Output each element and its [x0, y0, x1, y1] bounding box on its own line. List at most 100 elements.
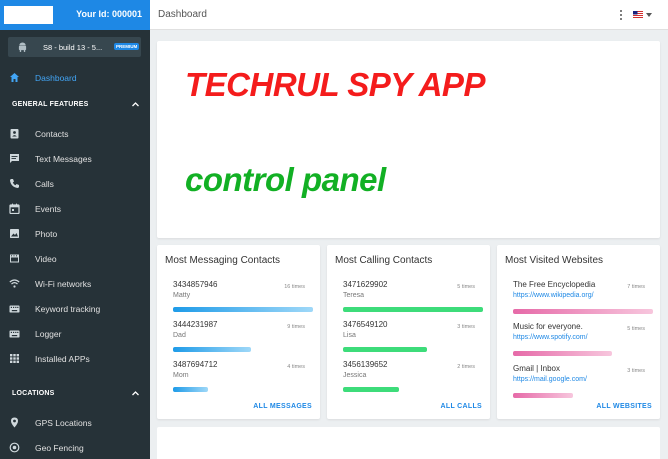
count: 4 times: [287, 364, 305, 370]
card-messaging-contacts: Most Messaging Contacts 3434857946 Matty…: [157, 245, 320, 419]
list-item[interactable]: Music for everyone. https://www.spotify.…: [513, 322, 653, 356]
list-item[interactable]: 3487694712 Mom 4 times: [173, 360, 313, 392]
sidebar-item-calls[interactable]: Calls: [0, 174, 150, 194]
site-url[interactable]: https://mail.google.com/: [513, 376, 653, 383]
count: 5 times: [627, 326, 645, 332]
bottom-panel: [157, 427, 660, 459]
sidebar-item-photo[interactable]: Photo: [0, 224, 150, 244]
site-url[interactable]: https://www.spotify.com/: [513, 334, 653, 341]
more-vert-icon[interactable]: [619, 9, 623, 21]
all-websites-link[interactable]: ALL WEBSITES: [596, 403, 652, 410]
contact-name: Lisa: [343, 332, 356, 339]
card-visited-websites: Most Visited Websites The Free Encyclope…: [497, 245, 660, 419]
site-url[interactable]: https://www.wikipedia.org/: [513, 292, 653, 299]
list-item[interactable]: 3471629902 Teresa 5 times: [343, 280, 483, 312]
count: 2 times: [457, 364, 475, 370]
sidebar-item-label: Keyword tracking: [35, 304, 101, 314]
sidebar-item-gps-locations[interactable]: GPS Locations: [0, 413, 150, 433]
top-bar: Dashboard: [150, 0, 668, 30]
contact-name: Teresa: [343, 292, 365, 299]
card-title: Most Calling Contacts: [335, 255, 433, 266]
sidebar-item-logger[interactable]: Logger: [0, 324, 150, 344]
sidebar-item-label: Calls: [35, 179, 54, 189]
all-calls-link[interactable]: ALL CALLS: [441, 403, 482, 410]
list-item[interactable]: The Free Encyclopedia https://www.wikipe…: [513, 280, 653, 314]
sidebar-item-label: Video: [35, 254, 57, 264]
keyboard-icon: [9, 305, 20, 313]
list-item[interactable]: 3434857946 Matty 16 times: [173, 280, 313, 312]
caret-down-icon[interactable]: [646, 13, 652, 17]
sidebar-item-label: Wi-Fi networks: [35, 279, 92, 289]
count: 9 times: [287, 324, 305, 330]
banner-subtitle: control panel: [185, 161, 386, 198]
sidebar-item-text-messages[interactable]: Text Messages: [0, 149, 150, 169]
wifi-icon: [9, 279, 20, 288]
progress-bar: [513, 393, 573, 398]
home-icon: [10, 73, 19, 82]
premium-badge: PREMIUM: [114, 43, 140, 50]
section-general-features[interactable]: GENERAL FEATURES: [12, 101, 140, 108]
sidebar: Your Id: 000001 S8 - build 13 - 5... PRE…: [0, 0, 150, 459]
contact-name: Mom: [173, 372, 189, 379]
message-icon: [10, 154, 19, 163]
chevron-up-icon[interactable]: [131, 100, 140, 109]
contact-name: Matty: [173, 292, 191, 299]
location-pin-icon: [11, 417, 18, 428]
count: 5 times: [457, 284, 475, 290]
all-messages-link[interactable]: ALL MESSAGES: [253, 403, 312, 410]
user-id: Your Id: 000001: [76, 9, 142, 19]
count: 16 times: [284, 284, 305, 290]
sidebar-item-label: Geo Fencing: [35, 443, 84, 453]
list-item[interactable]: Gmail | Inbox https://mail.google.com/ 3…: [513, 364, 653, 398]
sidebar-item-contacts[interactable]: Contacts: [0, 124, 150, 144]
progress-bar: [173, 307, 313, 312]
card-title: Most Messaging Contacts: [165, 255, 281, 266]
card-calling-contacts: Most Calling Contacts 3471629902 Teresa …: [327, 245, 490, 419]
sidebar-item-label: Installed APPs: [35, 354, 90, 364]
sidebar-item-keyword-tracking[interactable]: Keyword tracking: [0, 299, 150, 319]
target-icon: [9, 442, 20, 453]
section-title: LOCATIONS: [12, 390, 55, 397]
sidebar-item-label: Text Messages: [35, 154, 92, 164]
sidebar-header: Your Id: 000001: [0, 0, 150, 30]
sidebar-item-label: Logger: [35, 329, 62, 339]
progress-bar: [173, 347, 251, 352]
page-title: Dashboard: [158, 9, 207, 20]
sidebar-item-video[interactable]: Video: [0, 249, 150, 269]
sidebar-item-label: Photo: [35, 229, 58, 239]
chevron-up-icon[interactable]: [131, 389, 140, 398]
banner-title: TECHRUL SPY APP: [185, 66, 485, 103]
image-icon: [10, 229, 19, 238]
sidebar-item-events[interactable]: Events: [0, 199, 150, 219]
sidebar-item-label: Dashboard: [35, 73, 77, 83]
sidebar-item-dashboard[interactable]: Dashboard: [0, 68, 150, 88]
device-selector[interactable]: S8 - build 13 - 5... PREMIUM: [8, 37, 141, 57]
list-item[interactable]: 3444231987 Dad 9 times: [173, 320, 313, 352]
sidebar-item-wifi-networks[interactable]: Wi-Fi networks: [0, 274, 150, 294]
progress-bar: [343, 307, 483, 312]
film-icon: [10, 254, 19, 263]
sidebar-item-label: GPS Locations: [35, 418, 92, 428]
contact-name: Dad: [173, 332, 186, 339]
sidebar-item-label: Events: [35, 204, 61, 214]
grid-icon: [10, 354, 19, 363]
logo: [4, 6, 53, 24]
calendar-icon: [9, 203, 20, 214]
keyboard-icon: [9, 330, 20, 338]
count: 3 times: [627, 368, 645, 374]
sidebar-item-installed-apps[interactable]: Installed APPs: [0, 349, 150, 369]
progress-bar: [513, 309, 653, 314]
section-title: GENERAL FEATURES: [12, 101, 89, 108]
progress-bar: [173, 387, 208, 392]
progress-bar: [343, 347, 427, 352]
us-flag-icon[interactable]: [633, 11, 643, 18]
list-item[interactable]: 3476549120 Lisa 3 times: [343, 320, 483, 352]
contacts-icon: [10, 129, 19, 139]
section-locations[interactable]: LOCATIONS: [12, 390, 140, 397]
device-name: S8 - build 13 - 5...: [43, 43, 103, 52]
count: 3 times: [457, 324, 475, 330]
list-item[interactable]: 3456139652 Jessica 2 times: [343, 360, 483, 392]
sidebar-item-label: Contacts: [35, 129, 69, 139]
sidebar-item-geo-fencing[interactable]: Geo Fencing: [0, 438, 150, 458]
count: 7 times: [627, 284, 645, 290]
